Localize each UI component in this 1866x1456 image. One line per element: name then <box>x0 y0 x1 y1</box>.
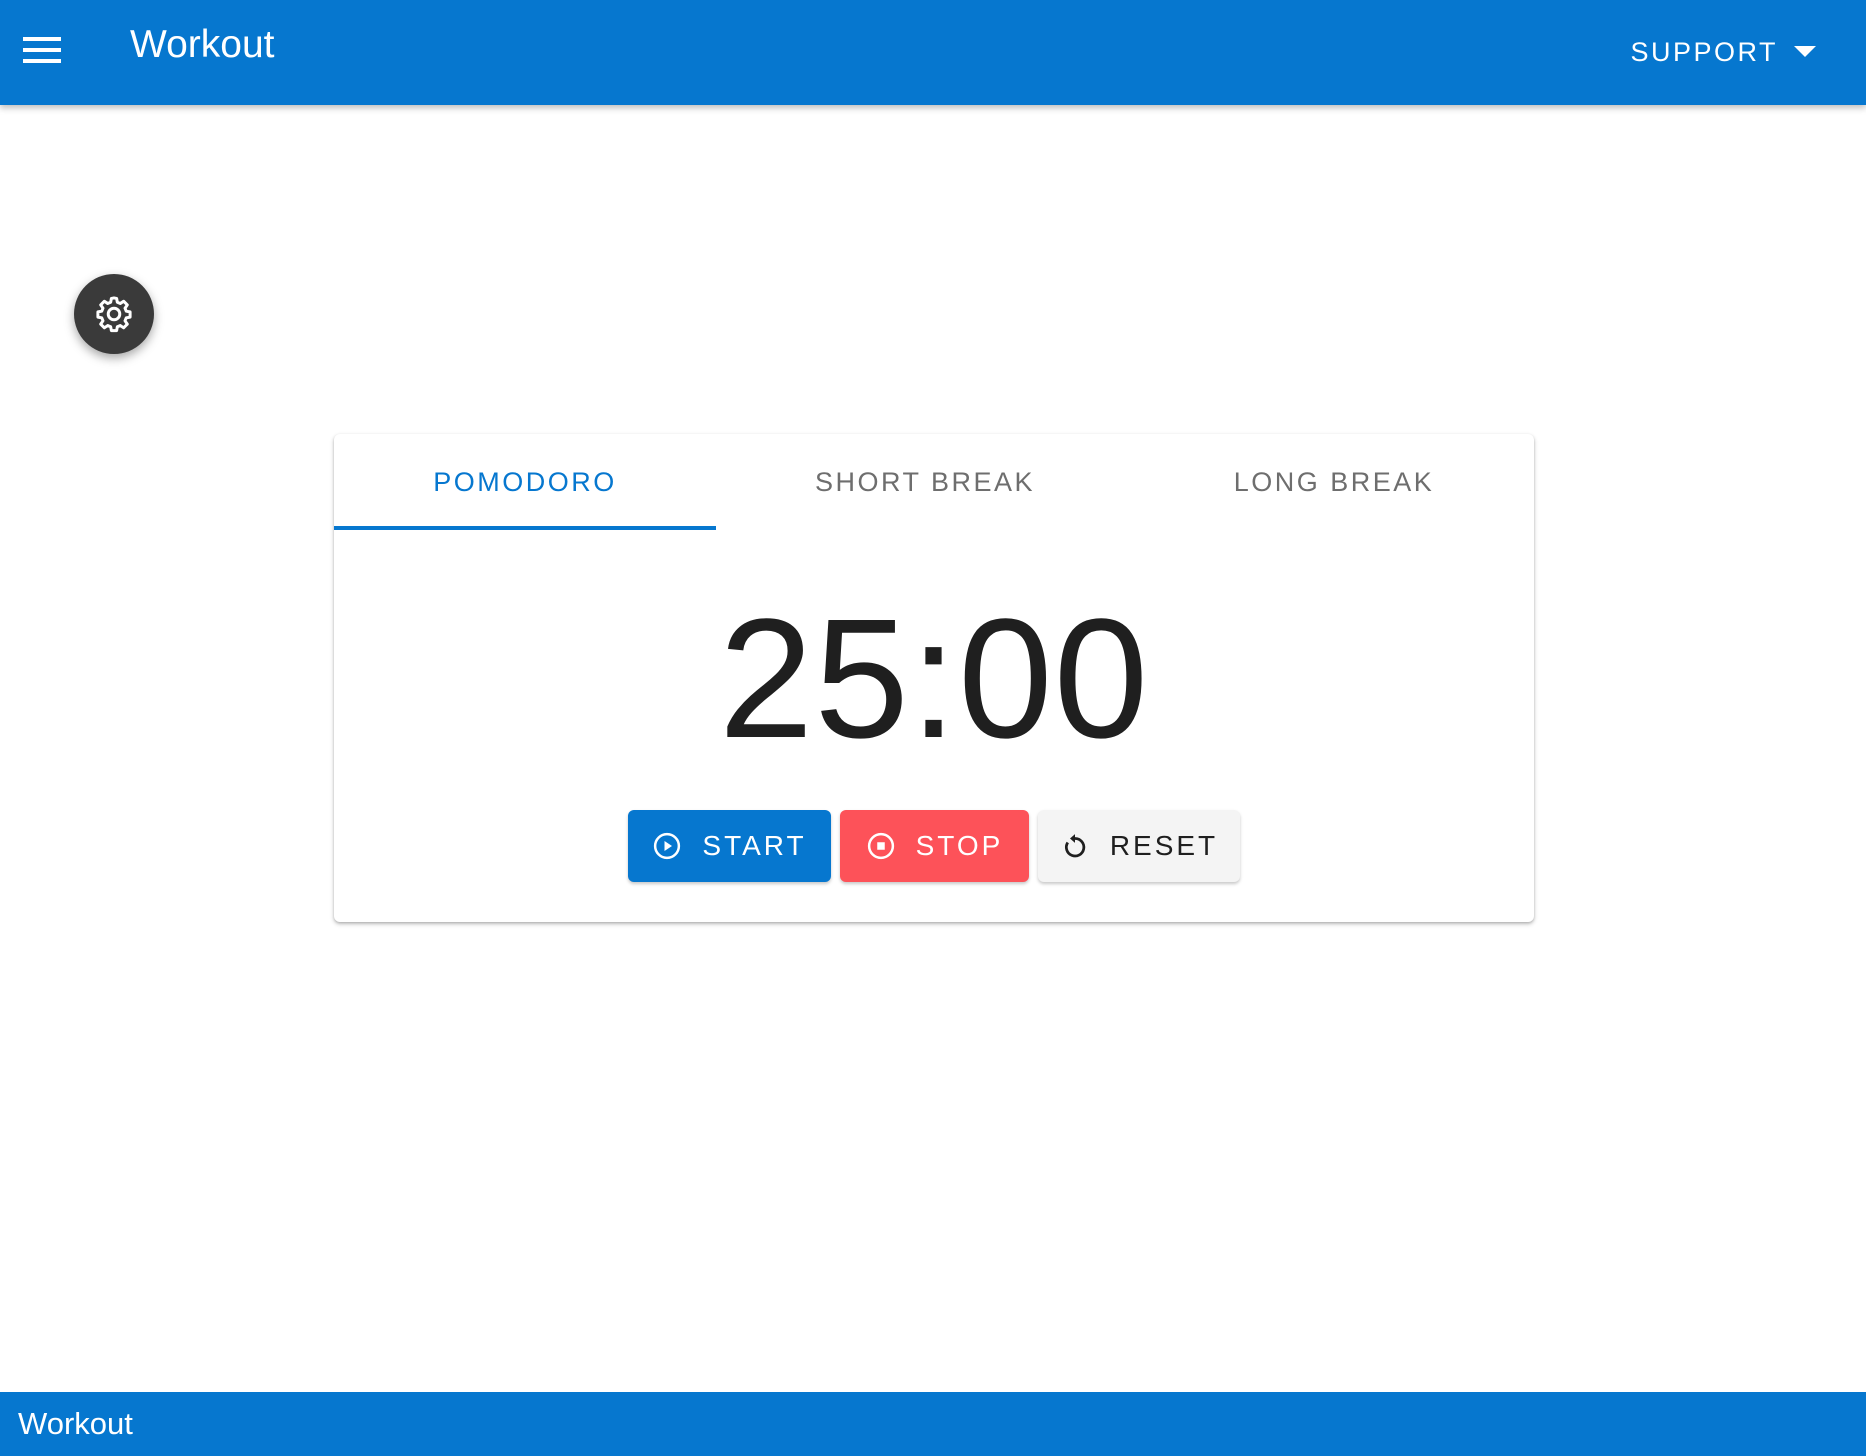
app-bar: Workout SUPPORT <box>0 0 1866 105</box>
timer-controls: START STOP RESET <box>628 810 1240 882</box>
timer-display: 25:00 <box>718 584 1150 774</box>
active-tab-indicator <box>334 526 716 530</box>
timer-tabs: POMODORO SHORT BREAK LONG BREAK <box>334 434 1534 530</box>
tab-short-break[interactable]: SHORT BREAK <box>716 434 1134 530</box>
menu-icon <box>23 36 61 64</box>
support-dropdown-button[interactable]: SUPPORT <box>1630 26 1816 78</box>
start-label: START <box>702 830 807 861</box>
stop-button[interactable]: STOP <box>840 810 1029 882</box>
arrow-drop-down-icon <box>1794 46 1816 58</box>
support-label: SUPPORT <box>1630 36 1778 67</box>
gear-icon <box>93 293 135 335</box>
tab-long-break[interactable]: LONG BREAK <box>1134 434 1534 530</box>
stop-label: STOP <box>915 830 1004 861</box>
reset-label: RESET <box>1109 830 1219 861</box>
reset-button[interactable]: RESET <box>1038 810 1240 882</box>
timer-card: POMODORO SHORT BREAK LONG BREAK 25:00 ST… <box>334 434 1534 922</box>
reset-icon <box>1060 831 1090 861</box>
menu-button[interactable] <box>14 22 70 78</box>
footer-title: Workout <box>18 1406 133 1441</box>
tab-pomodoro[interactable]: POMODORO <box>334 434 716 530</box>
start-button[interactable]: START <box>628 810 831 882</box>
stop-circle-icon <box>866 831 896 861</box>
footer: Workout <box>0 1392 1866 1456</box>
app-title: Workout <box>130 23 275 66</box>
settings-button[interactable] <box>74 274 154 354</box>
play-circle-icon <box>652 831 682 861</box>
